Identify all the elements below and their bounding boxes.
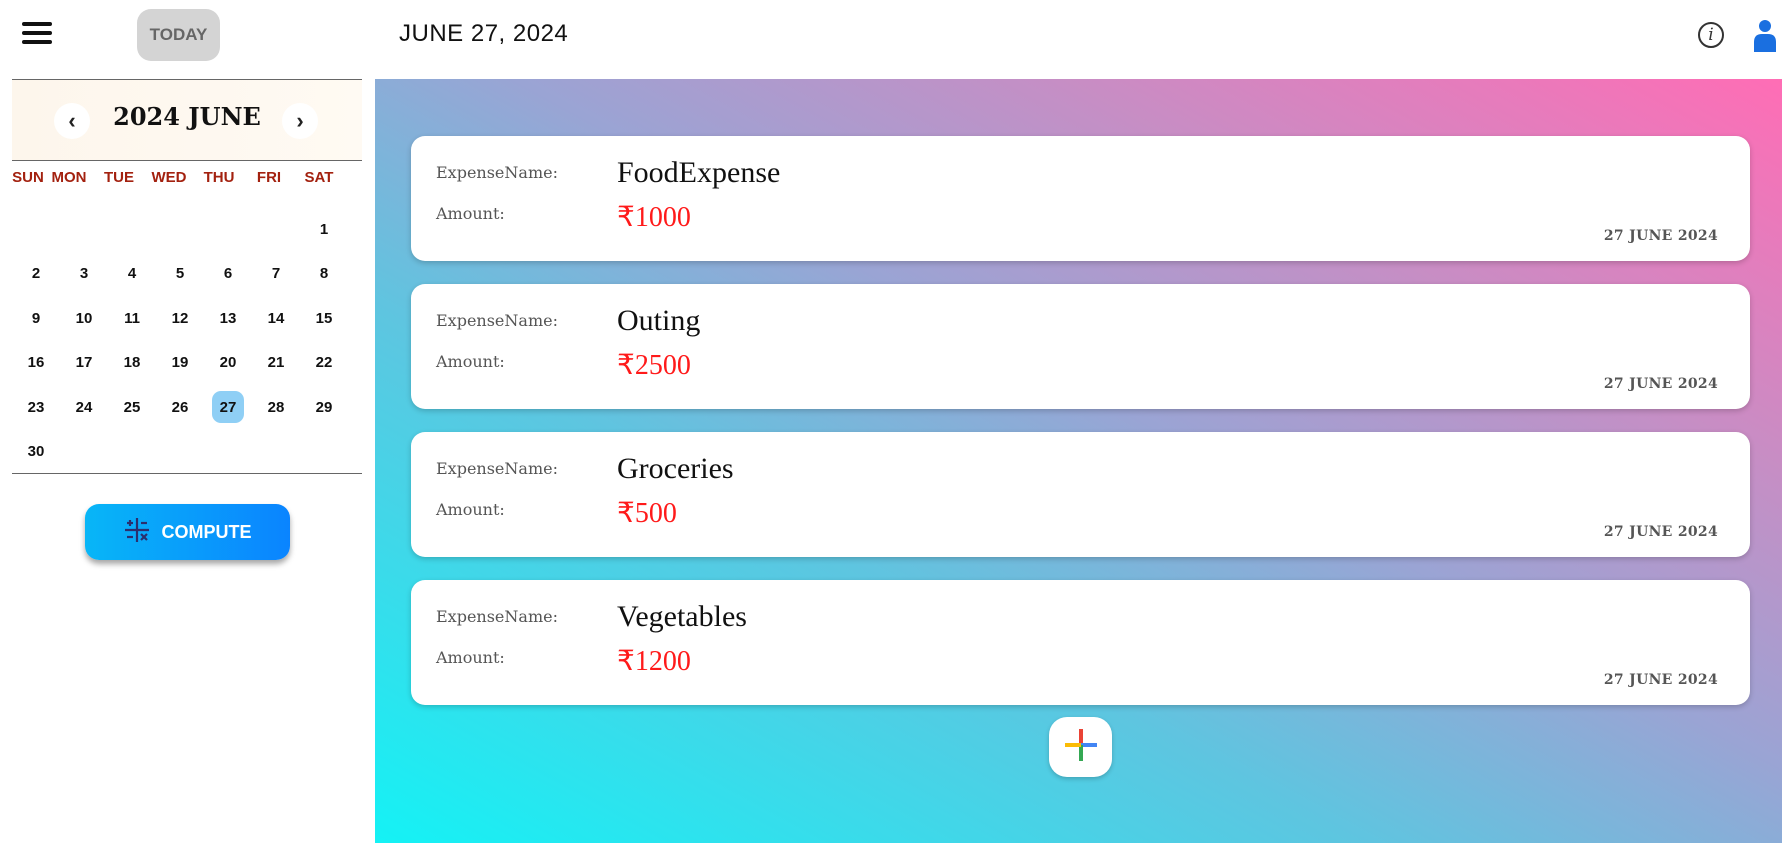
weekday-label: SUN	[12, 169, 44, 186]
expense-list-panel: ExpenseName: FoodExpense Amount: ₹1000 2…	[375, 79, 1782, 843]
chevron-left-icon[interactable]: ‹	[54, 103, 90, 139]
calendar-day[interactable]: 25	[116, 391, 148, 423]
calendar-day[interactable]: 22	[308, 347, 340, 379]
current-date-label: JUNE 27, 2024	[399, 20, 569, 47]
expense-name-label: ExpenseName:	[436, 607, 558, 626]
calendar-sidebar: ‹ 2024 JUNE › SUN MON TUE WED THU FRI SA…	[0, 79, 375, 843]
calendar-day[interactable]: 24	[68, 391, 100, 423]
amount-label: Amount:	[436, 204, 505, 223]
expense-name: Vegetables	[617, 600, 747, 633]
calendar-day[interactable]: 23	[20, 391, 52, 423]
hamburger-menu-icon[interactable]	[22, 22, 52, 46]
calendar-day[interactable]: 2	[20, 258, 52, 290]
chevron-right-icon[interactable]: ›	[282, 103, 318, 139]
calendar-day[interactable]: 20	[212, 347, 244, 379]
weekday-label: THU	[203, 169, 235, 186]
expense-name: Outing	[617, 304, 701, 337]
calendar-day[interactable]: 18	[116, 347, 148, 379]
expense-amount: ₹2500	[617, 350, 691, 381]
divider	[12, 160, 362, 161]
divider	[12, 473, 362, 474]
expense-name-label: ExpenseName:	[436, 163, 558, 182]
calendar-day[interactable]: 12	[164, 302, 196, 334]
expense-card[interactable]: ExpenseName: Groceries Amount: ₹500 27 J…	[411, 432, 1750, 557]
weekday-label: FRI	[256, 169, 282, 186]
weekday-label: MON	[51, 169, 87, 186]
expense-amount: ₹1000	[617, 202, 691, 233]
calendar-day[interactable]: 4	[116, 258, 148, 290]
calendar-day[interactable]: 11	[116, 302, 148, 334]
calendar-day[interactable]: 28	[260, 391, 292, 423]
calendar-day[interactable]: 5	[164, 258, 196, 290]
add-expense-button[interactable]	[1049, 717, 1112, 777]
expense-name: FoodExpense	[617, 156, 781, 189]
compute-button-label: COMPUTE	[161, 521, 252, 542]
weekday-label: SAT	[304, 169, 334, 186]
expense-date: 27 JUNE 2024	[1603, 672, 1718, 688]
calendar-day[interactable]: 30	[20, 436, 52, 468]
calendar-day[interactable]: 29	[308, 391, 340, 423]
calendar-day[interactable]: 8	[308, 258, 340, 290]
calendar-day[interactable]: 1	[308, 213, 340, 245]
plus-icon	[1064, 728, 1098, 767]
calendar-day[interactable]: 17	[68, 347, 100, 379]
calendar-day[interactable]: 3	[68, 258, 100, 290]
calendar-day[interactable]: 10	[68, 302, 100, 334]
today-button[interactable]: TODAY	[137, 9, 220, 61]
amount-label: Amount:	[436, 648, 505, 667]
calendar-day[interactable]: 16	[20, 347, 52, 379]
calendar-day[interactable]: 26	[164, 391, 196, 423]
expense-card[interactable]: ExpenseName: FoodExpense Amount: ₹1000 2…	[411, 136, 1750, 261]
calendar-day[interactable]: 6	[212, 258, 244, 290]
app-header: TODAY JUNE 27, 2024 i	[0, 0, 1782, 79]
info-icon[interactable]: i	[1698, 22, 1724, 48]
expense-date: 27 JUNE 2024	[1603, 228, 1718, 244]
calendar-day[interactable]: 21	[260, 347, 292, 379]
amount-label: Amount:	[436, 352, 505, 371]
expense-amount: ₹500	[617, 498, 677, 529]
expense-name: Groceries	[617, 452, 734, 485]
expense-amount: ₹1200	[617, 646, 691, 677]
calendar-day[interactable]: 14	[260, 302, 292, 334]
user-icon[interactable]	[1748, 18, 1778, 52]
expense-name-label: ExpenseName:	[436, 311, 558, 330]
calendar-day[interactable]: 13	[212, 302, 244, 334]
expense-date: 27 JUNE 2024	[1603, 376, 1718, 392]
expense-card[interactable]: ExpenseName: Outing Amount: ₹2500 27 JUN…	[411, 284, 1750, 409]
weekday-label: TUE	[104, 169, 134, 186]
calculator-icon	[124, 517, 150, 548]
weekday-header-row: SUN MON TUE WED THU FRI SAT	[12, 169, 362, 186]
calendar-day[interactable]: 15	[308, 302, 340, 334]
calendar-month-title: 2024 JUNE	[113, 102, 261, 131]
calendar-day-selected[interactable]: 27	[212, 391, 244, 423]
calendar-day[interactable]: 7	[260, 258, 292, 290]
calendar-header: ‹ 2024 JUNE ›	[12, 80, 362, 160]
expense-name-label: ExpenseName:	[436, 459, 558, 478]
amount-label: Amount:	[436, 500, 505, 519]
compute-button[interactable]: COMPUTE	[85, 504, 290, 560]
expense-card[interactable]: ExpenseName: Vegetables Amount: ₹1200 27…	[411, 580, 1750, 705]
weekday-label: WED	[151, 169, 187, 186]
calendar-day[interactable]: 9	[20, 302, 52, 334]
expense-date: 27 JUNE 2024	[1603, 524, 1718, 540]
calendar-day[interactable]: 19	[164, 347, 196, 379]
